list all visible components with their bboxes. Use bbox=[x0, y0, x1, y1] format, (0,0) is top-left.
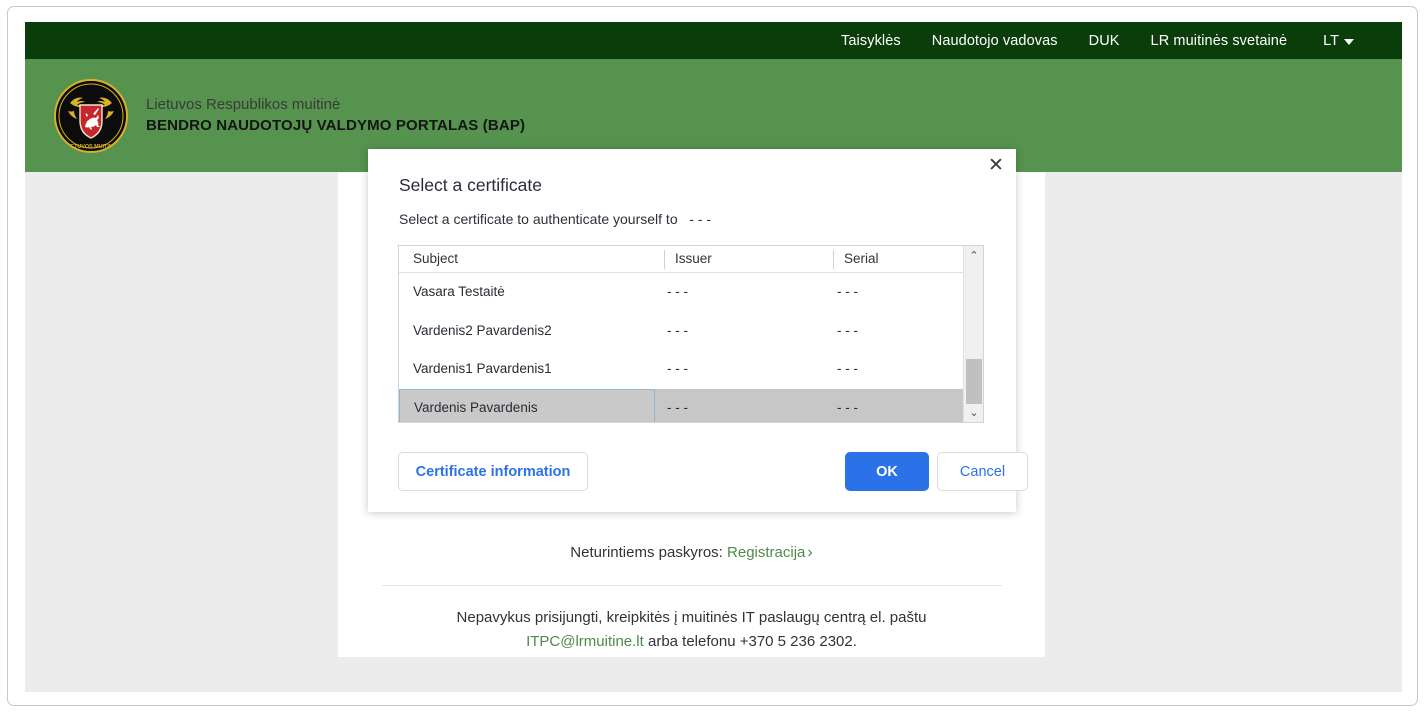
cell-issuer: - - - bbox=[667, 284, 688, 299]
cell-subject: Vardenis2 Pavardenis2 bbox=[413, 322, 552, 338]
browser-page-frame: Taisyklės Naudotojo vadovas DUK LR muiti… bbox=[7, 6, 1418, 706]
registration-link[interactable]: Registracija bbox=[727, 544, 805, 561]
brand-text-block: Lietuvos Respublikos muitinė BENDRO NAUD… bbox=[146, 95, 525, 136]
page-viewport: Taisyklės Naudotojo vadovas DUK LR muiti… bbox=[25, 22, 1402, 692]
card-divider bbox=[382, 585, 1002, 586]
registration-prefix: Neturintiems paskyros: bbox=[570, 544, 723, 561]
table-row[interactable]: Vardenis1 Pavardenis1 - - - - - - bbox=[399, 350, 983, 389]
cell-subject: Vardenis1 Pavardenis1 bbox=[413, 361, 552, 376]
support-line-2: ITPC@lrmuitine.lt arba telefonu +370 5 2… bbox=[338, 630, 1045, 654]
certificate-table-header: Subject Issuer Serial bbox=[399, 246, 983, 273]
brand-subtitle: Lietuvos Respublikos muitinė bbox=[146, 96, 341, 114]
top-navigation-bar: Taisyklės Naudotojo vadovas DUK LR muiti… bbox=[25, 22, 1402, 59]
certificate-information-button[interactable]: Certificate information bbox=[398, 452, 588, 491]
chevron-right-icon: › bbox=[807, 544, 813, 561]
column-divider[interactable] bbox=[664, 250, 665, 269]
certificate-table: Subject Issuer Serial Vasara Testaitė - … bbox=[398, 245, 984, 423]
select-certificate-dialog: ✕ Select a certificate Select a certific… bbox=[368, 149, 1028, 512]
cell-subject: Vardenis Pavardenis bbox=[399, 388, 655, 422]
nav-duk[interactable]: DUK bbox=[1089, 33, 1120, 49]
brand-title: BENDRO NAUDOTOJŲ VALDYMO PORTALAS (BAP) bbox=[146, 116, 526, 134]
cell-issuer: - - - bbox=[667, 399, 688, 415]
scroll-up-icon[interactable]: ⌃ bbox=[964, 246, 983, 265]
registration-row: Neturintiems paskyros: Registracija › bbox=[338, 544, 1045, 562]
nav-naudotojo-vadovas[interactable]: Naudotojo vadovas bbox=[932, 33, 1058, 49]
cell-issuer: - - - bbox=[667, 361, 688, 376]
language-selector[interactable]: LT bbox=[1323, 33, 1354, 49]
chevron-down-icon bbox=[1344, 38, 1354, 45]
column-header-issuer[interactable]: Issuer bbox=[675, 251, 712, 266]
dialog-subtitle: Select a certificate to authenticate you… bbox=[399, 211, 712, 227]
cell-serial: - - - bbox=[837, 322, 858, 338]
column-header-serial[interactable]: Serial bbox=[844, 251, 879, 266]
cell-subject: Vasara Testaitė bbox=[413, 284, 505, 299]
cell-serial: - - - bbox=[837, 361, 858, 376]
support-info-block: Nepavykus prisijungti, kreipkitės į muit… bbox=[338, 606, 1045, 655]
cell-issuer: - - - bbox=[667, 322, 688, 338]
column-divider[interactable] bbox=[833, 250, 834, 269]
column-header-subject[interactable]: Subject bbox=[413, 251, 458, 266]
table-row[interactable]: Vardenis2 Pavardenis2 - - - - - - bbox=[399, 312, 983, 351]
table-row-selected[interactable]: Vardenis Pavardenis - - - - - - bbox=[399, 388, 983, 422]
cancel-button[interactable]: Cancel bbox=[937, 452, 1028, 491]
svg-text:LIETUVOS MUITINĖ: LIETUVOS MUITINĖ bbox=[66, 143, 117, 150]
scrollbar-thumb[interactable] bbox=[966, 359, 982, 404]
close-icon[interactable]: ✕ bbox=[983, 153, 1009, 177]
dialog-title: Select a certificate bbox=[399, 175, 542, 195]
cell-serial: - - - bbox=[837, 399, 858, 415]
support-email-link[interactable]: ITPC@lrmuitine.lt bbox=[526, 633, 644, 650]
language-selector-label: LT bbox=[1323, 32, 1339, 49]
certificate-table-scrollbar[interactable]: ⌃ ⌄ bbox=[963, 246, 983, 422]
cell-serial: - - - bbox=[837, 284, 858, 299]
lietuvos-muitine-logo-icon: LIETUVOS MUITINĖ bbox=[54, 78, 128, 153]
nav-taisykles[interactable]: Taisyklės bbox=[841, 33, 901, 49]
table-row[interactable]: Vasara Testaitė - - - - - - bbox=[399, 273, 983, 312]
nav-lr-muitines-svetaine[interactable]: LR muitinės svetainė bbox=[1151, 33, 1288, 49]
ok-button[interactable]: OK bbox=[845, 452, 929, 491]
support-line-1: Nepavykus prisijungti, kreipkitės į muit… bbox=[456, 609, 927, 626]
scroll-down-icon[interactable]: ⌄ bbox=[964, 403, 983, 422]
support-phone-text: arba telefonu +370 5 236 2302. bbox=[643, 633, 857, 651]
